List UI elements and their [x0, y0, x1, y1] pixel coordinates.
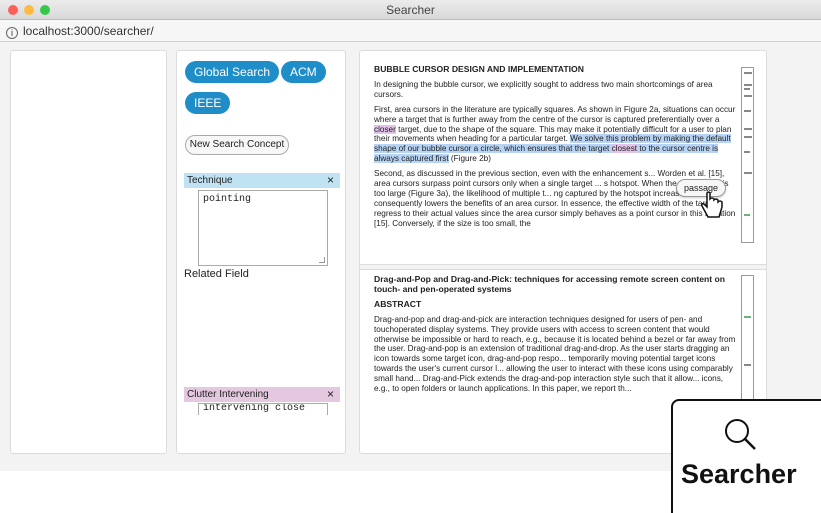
address-bar[interactable]: i localhost:3000/searcher/	[0, 20, 821, 42]
document-minimap[interactable]	[741, 67, 754, 243]
app-area: Global Search ACM IEEE New Search Concep…	[0, 42, 821, 513]
concept-name: Technique	[187, 175, 233, 186]
concept-value: intervening close	[203, 403, 306, 414]
brand-name: Searcher	[681, 459, 797, 489]
concept-value: pointing	[203, 194, 252, 205]
address-url: localhost:3000/searcher/	[23, 24, 154, 38]
result-separator	[360, 264, 766, 270]
concept-text-area[interactable]: pointing	[198, 190, 328, 266]
result-heading: BUBBLE CURSOR DESIGN AND IMPLEMENTATION	[374, 65, 584, 74]
concept-text-area[interactable]: intervening close	[198, 403, 328, 415]
info-icon[interactable]: i	[6, 27, 18, 39]
result-title: Drag-and-Pop and Drag-and-Pick: techniqu…	[374, 275, 725, 294]
concept-name: Clutter Intervening	[187, 389, 269, 400]
close-icon[interactable]: ×	[327, 387, 334, 402]
source-ieee-button[interactable]: IEEE	[185, 92, 231, 114]
concept-header-technique: Technique ×	[184, 173, 340, 188]
result-paragraph: In designing the bubble cursor, we expli…	[374, 79, 713, 99]
term-highlight: closer	[374, 124, 396, 134]
close-icon[interactable]: ×	[327, 173, 334, 188]
hand-pointer-icon	[701, 191, 723, 218]
concept-header-clutter: Clutter Intervening ×	[184, 387, 340, 402]
resize-handle[interactable]	[319, 257, 325, 263]
term-highlight: closest	[611, 144, 638, 154]
close-window-button[interactable]	[8, 5, 18, 15]
concepts-panel: Global Search ACM IEEE New Search Concep…	[176, 50, 346, 454]
minimize-window-button[interactable]	[24, 5, 34, 15]
maximize-window-button[interactable]	[40, 5, 50, 15]
window-controls[interactable]	[8, 5, 50, 15]
brand-logo: Searcher	[671, 399, 821, 513]
window-title: Searcher	[386, 3, 435, 17]
result-card-bubble-cursor[interactable]: BUBBLE CURSOR DESIGN AND IMPLEMENTATION …	[374, 65, 740, 255]
search-icon	[725, 419, 756, 450]
new-search-concept-button[interactable]: New Search Concept	[185, 135, 289, 155]
abstract-label: ABSTRACT	[374, 298, 422, 309]
window-titlebar: Searcher	[0, 0, 821, 20]
left-panel	[10, 50, 167, 454]
source-acm-button[interactable]: ACM	[281, 61, 326, 83]
related-field-label: Related Field	[184, 268, 249, 280]
result-abstract: Drag-and-pop and drag-and-pick are inter…	[374, 314, 736, 394]
results-panel: BUBBLE CURSOR DESIGN AND IMPLEMENTATION …	[359, 50, 767, 454]
source-global-search-button[interactable]: Global Search	[185, 61, 280, 83]
result-paragraph: First, area cursors in the literature ar…	[374, 104, 736, 164]
document-minimap[interactable]	[741, 275, 754, 405]
